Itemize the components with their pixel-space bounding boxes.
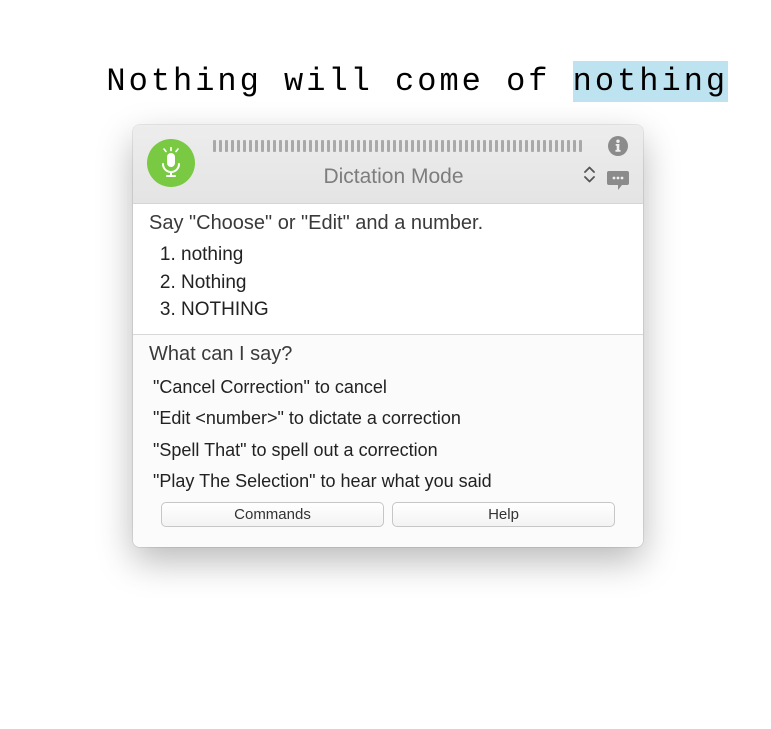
info-icon[interactable]: [605, 133, 631, 159]
commands-button[interactable]: Commands: [161, 502, 384, 527]
choices-section: Say "Choose" or "Edit" and a number. not…: [133, 204, 643, 334]
dictated-text: Nothing will come of nothing: [62, 26, 728, 100]
help-heading: What can I say?: [149, 343, 627, 366]
tip-item: "Spell That" to spell out a correction: [149, 435, 627, 467]
tips-list: "Cancel Correction" to cancel "Edit <num…: [149, 372, 627, 498]
help-section: What can I say? "Cancel Correction" to c…: [133, 334, 643, 547]
choice-item[interactable]: Nothing: [181, 269, 627, 297]
help-button[interactable]: Help: [392, 502, 615, 527]
choice-item[interactable]: nothing: [181, 241, 627, 269]
panel-footer: Commands Help: [149, 498, 627, 541]
audio-level-meter: [213, 138, 595, 152]
dictation-panel-header: Dictation Mode: [133, 125, 643, 204]
speech-bubble-icon[interactable]: [605, 167, 631, 193]
dictated-text-plain: Nothing will come of: [106, 63, 572, 100]
chevron-up-icon: [584, 166, 595, 175]
tip-item: "Play The Selection" to hear what you sa…: [149, 466, 627, 498]
choice-item[interactable]: NOTHING: [181, 296, 627, 324]
choices-heading: Say "Choose" or "Edit" and a number.: [149, 212, 627, 235]
mode-title: Dictation Mode: [213, 161, 574, 189]
chevron-down-icon: [584, 175, 595, 184]
mode-stepper[interactable]: [584, 166, 595, 184]
tip-item: "Cancel Correction" to cancel: [149, 372, 627, 404]
choices-list: nothing Nothing NOTHING: [149, 241, 627, 324]
dictation-panel: Dictation Mode: [133, 125, 643, 547]
tip-item: "Edit <number>" to dictate a correction: [149, 403, 627, 435]
dictated-text-selection[interactable]: nothing: [573, 61, 728, 102]
microphone-icon[interactable]: [147, 139, 195, 187]
